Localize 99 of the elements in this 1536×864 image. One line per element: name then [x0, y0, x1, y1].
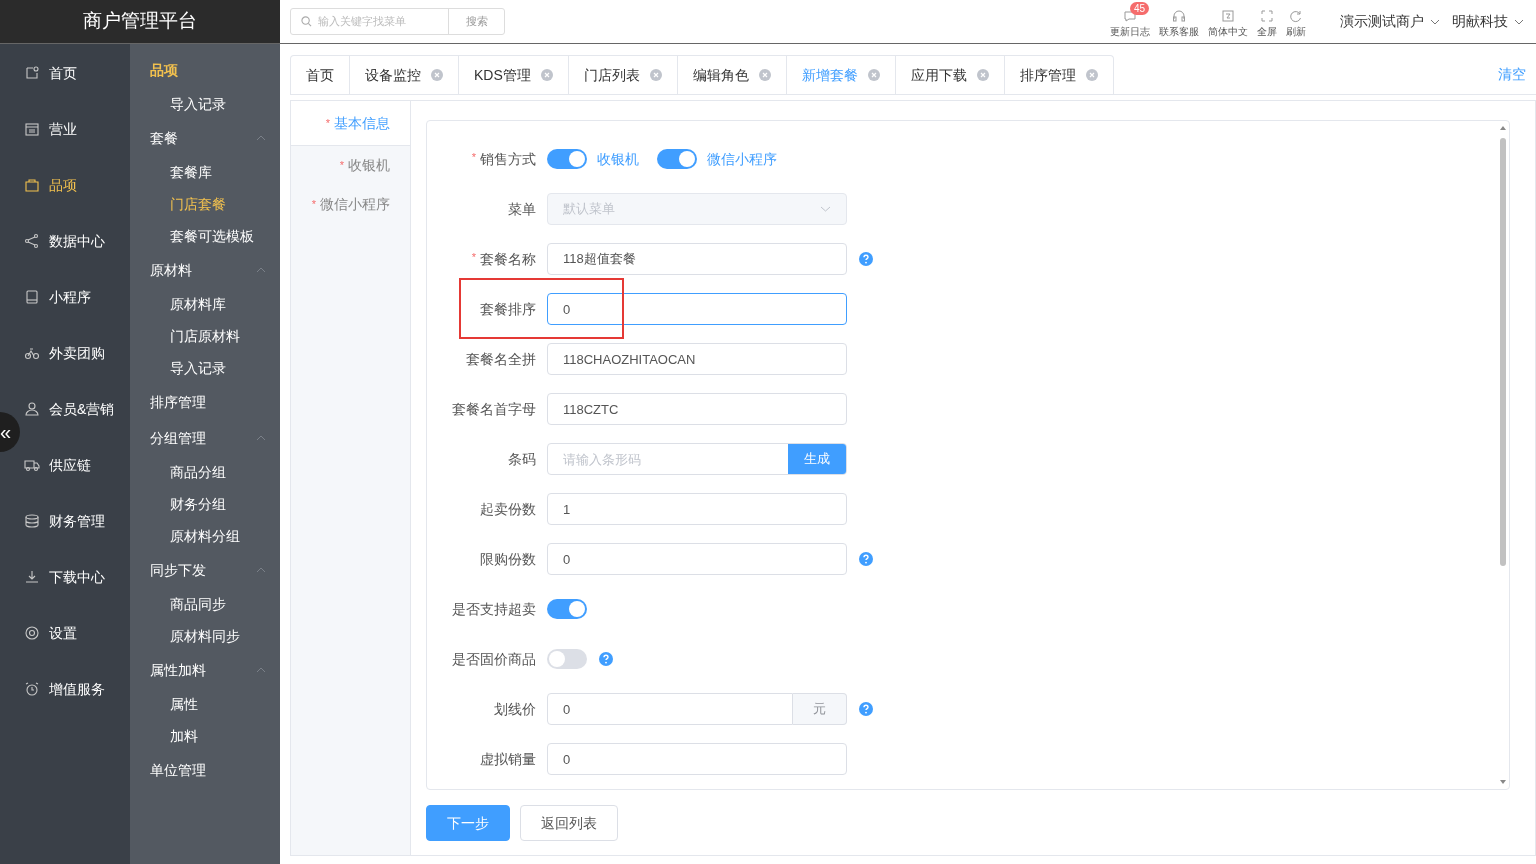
bicycle-icon — [24, 345, 40, 361]
download-icon — [24, 569, 40, 585]
submenu-item[interactable]: 导入记录 — [170, 357, 226, 379]
submenu-item[interactable]: 门店原材料 — [170, 325, 240, 347]
nav-item[interactable]: 增值服务 — [24, 678, 105, 700]
toggle-switch[interactable] — [547, 149, 587, 169]
field-label: 限购份数 — [480, 549, 536, 569]
field-label: 套餐名首字母 — [452, 399, 536, 419]
submenu-item[interactable]: 原材料库 — [170, 293, 226, 315]
toolbar-button[interactable]: 简体中文 — [1208, 9, 1248, 38]
field-label: 是否支持超卖 — [452, 599, 536, 619]
submenu-item[interactable]: 原材料同步 — [170, 625, 240, 647]
toolbar-button[interactable]: 全屏 — [1257, 9, 1277, 38]
count-badge: 45 — [1130, 2, 1150, 15]
text-field[interactable]: 118CHAOZHITAOCAN — [547, 343, 847, 375]
account-dropdown[interactable]: 演示测试商户 — [1340, 11, 1440, 32]
toggle-switch[interactable] — [657, 149, 697, 169]
tab[interactable]: 编辑角色 — [676, 56, 786, 94]
text-field[interactable]: 118CZTC — [547, 393, 847, 425]
submenu-link[interactable]: 单位管理 — [150, 759, 206, 781]
toggle-switch[interactable] — [547, 599, 587, 619]
nav-item[interactable]: 设置 — [24, 622, 77, 644]
language-icon — [1221, 9, 1235, 23]
nav-item[interactable]: 下载中心 — [24, 566, 105, 588]
collapse-button[interactable]: « — [0, 412, 20, 452]
toggle-switch[interactable] — [547, 649, 587, 669]
submenu-item[interactable]: 原材料分组 — [170, 525, 240, 547]
tab[interactable]: 应用下载 — [894, 56, 1004, 94]
truck-icon — [24, 457, 40, 473]
text-field[interactable]: 1 — [547, 493, 847, 525]
back-button[interactable]: 返回列表 — [520, 805, 618, 841]
submenu-group[interactable]: 同步下发 — [150, 559, 206, 581]
field-label: 套餐名全拼 — [466, 349, 536, 369]
text-field[interactable]: 118超值套餐 — [547, 243, 847, 275]
toolbar-button[interactable]: 联系客服 — [1159, 9, 1199, 38]
chevron-down-icon — [820, 206, 831, 212]
field-label: 是否固价商品 — [452, 649, 536, 669]
account-dropdown[interactable]: 明献科技 — [1452, 11, 1524, 32]
nav-item[interactable]: 会员&营销 — [24, 398, 115, 420]
nav-item[interactable]: 供应链 — [24, 454, 91, 476]
submenu-item[interactable]: 导入记录 — [170, 93, 226, 115]
page-icon — [24, 65, 40, 81]
tab[interactable]: KDS管理 — [458, 56, 568, 94]
search-icon — [301, 16, 312, 27]
submenu-link[interactable]: 排序管理 — [150, 391, 206, 413]
submenu-group[interactable]: 原材料 — [150, 259, 192, 281]
submenu-item[interactable]: 门店套餐 — [170, 193, 226, 215]
text-field[interactable]: 0 — [547, 743, 847, 775]
chevron-down-icon — [1514, 18, 1524, 25]
text-field[interactable]: 0 — [547, 543, 847, 575]
fullscreen-icon — [1260, 9, 1274, 23]
field-label: 套餐排序 — [480, 299, 536, 319]
submenu-item[interactable]: 属性 — [170, 693, 198, 715]
price-field[interactable]: 0 — [547, 693, 793, 725]
submenu-item[interactable]: 加料 — [170, 725, 198, 747]
nav-item[interactable]: 数据中心 — [24, 230, 105, 252]
text-field[interactable]: 0 — [547, 293, 847, 325]
tab[interactable]: 首页 — [291, 56, 349, 94]
submenu-group[interactable]: 分组管理 — [150, 427, 206, 449]
field-label: 虚拟销量 — [480, 749, 536, 769]
bag-icon — [24, 177, 40, 193]
refresh-icon — [1289, 9, 1303, 23]
toolbar-button[interactable]: 刷新 — [1286, 9, 1306, 38]
unit-suffix: 元 — [793, 693, 847, 725]
submenu-group[interactable]: 属性加料 — [150, 659, 206, 681]
chevron-down-icon — [1430, 18, 1440, 25]
field-label: * 套餐名称 — [471, 249, 536, 269]
nav-item[interactable]: 财务管理 — [24, 510, 105, 532]
submenu-item[interactable]: 套餐库 — [170, 161, 212, 183]
alarm-clock-icon — [24, 681, 40, 697]
person-icon — [24, 401, 40, 417]
nav-item[interactable]: 品项 — [24, 174, 77, 196]
switch-label: 微信小程序 — [707, 149, 777, 169]
submenu-title: 品项 — [150, 60, 178, 80]
settings-icon — [24, 625, 40, 641]
database-icon — [24, 513, 40, 529]
headset-icon — [1172, 9, 1186, 23]
submenu-item[interactable]: 财务分组 — [170, 493, 226, 515]
nav-item[interactable]: 首页 — [24, 62, 77, 84]
submenu-item[interactable]: 商品同步 — [170, 593, 226, 615]
switch-label: 收银机 — [597, 149, 639, 169]
tab[interactable]: 设备监控 — [349, 56, 458, 94]
submenu-item[interactable]: 商品分组 — [170, 461, 226, 483]
field-label: 条码 — [508, 449, 536, 469]
platform-title: 商户管理平台 — [0, 0, 280, 43]
nav-item[interactable]: 外卖团购 — [24, 342, 105, 364]
nav-item[interactable]: 营业 — [24, 118, 77, 140]
submenu-item[interactable]: 套餐可选模板 — [170, 225, 254, 247]
field-label: 菜单 — [508, 199, 536, 219]
share-icon — [24, 233, 40, 249]
tab[interactable]: 门店列表 — [567, 56, 677, 94]
field-label: 划线价 — [494, 699, 536, 719]
calendar-icon — [24, 121, 40, 137]
field-label: * 销售方式 — [471, 149, 536, 169]
submenu-group[interactable]: 套餐 — [150, 127, 178, 149]
tablet-icon — [24, 289, 40, 305]
tab[interactable]: 排序管理 — [1003, 56, 1113, 94]
nav-item[interactable]: 小程序 — [24, 286, 91, 308]
field-label: 起卖份数 — [480, 499, 536, 519]
